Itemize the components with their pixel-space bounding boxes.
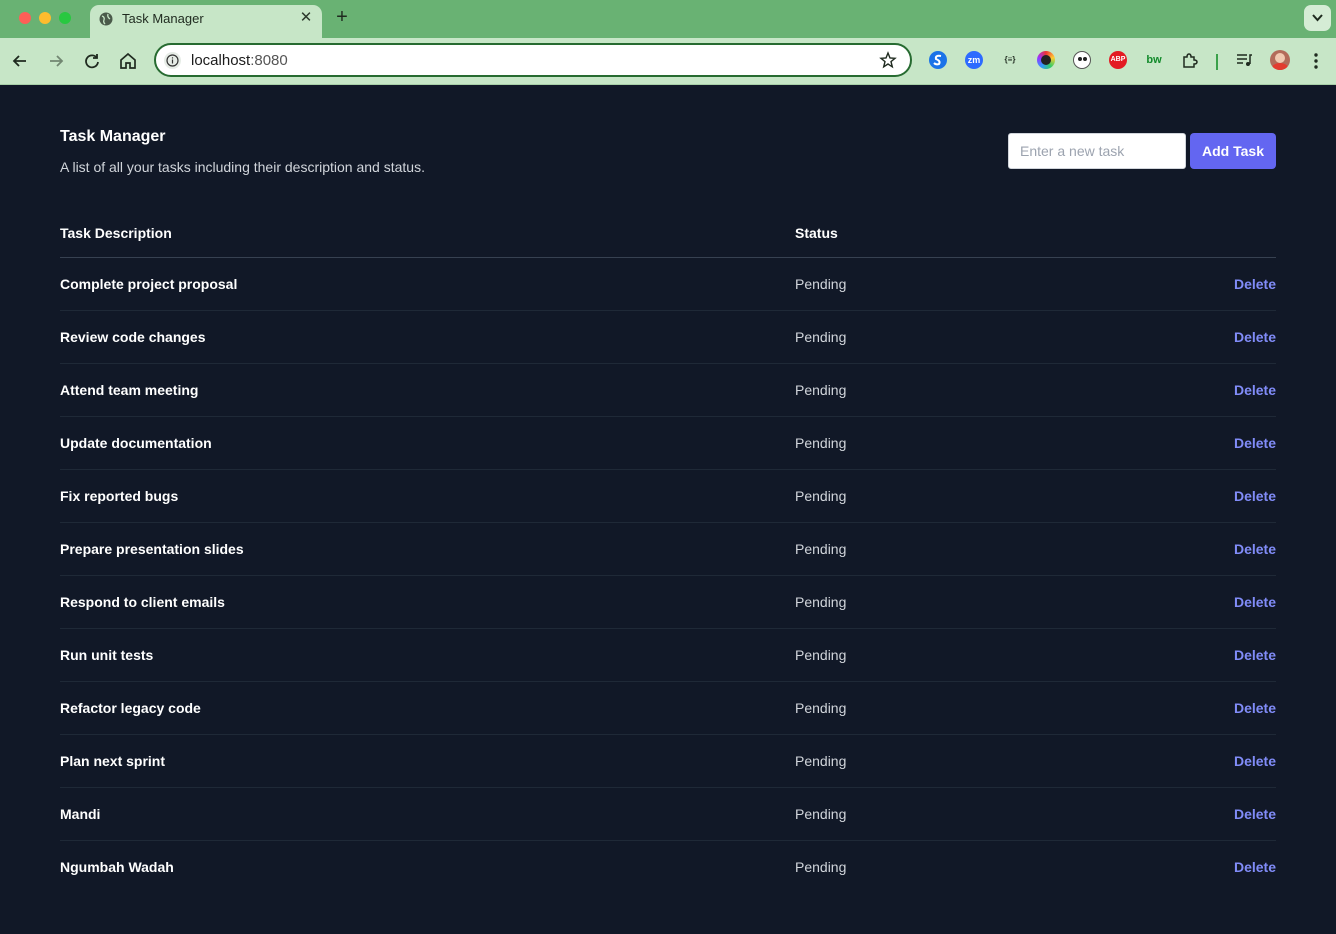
task-status: Pending: [795, 276, 847, 292]
task-status: Pending: [795, 541, 847, 557]
task-description: Attend team meeting: [60, 382, 199, 398]
delete-task-link[interactable]: Delete: [1234, 329, 1276, 345]
new-tab-button[interactable]: +: [332, 7, 352, 27]
home-icon[interactable]: [117, 50, 139, 72]
table-row: Ngumbah Wadah Pending Delete: [60, 841, 1276, 894]
json-extension-icon[interactable]: {≡}: [1001, 51, 1019, 69]
delete-task-link[interactable]: Delete: [1234, 435, 1276, 451]
back-arrow-icon[interactable]: [9, 50, 31, 72]
table-row: Fix reported bugs Pending Delete: [60, 470, 1276, 523]
delete-task-link[interactable]: Delete: [1234, 382, 1276, 398]
task-description: Run unit tests: [60, 647, 154, 663]
table-row: Review code changes Pending Delete: [60, 311, 1276, 364]
task-status: Pending: [795, 329, 847, 345]
task-description: Ngumbah Wadah: [60, 859, 174, 875]
more-options-icon[interactable]: [1308, 51, 1324, 71]
bitwarden-icon[interactable]: bw: [1145, 51, 1163, 69]
column-header-description: Task Description: [60, 225, 172, 241]
delete-task-link[interactable]: Delete: [1234, 276, 1276, 292]
tab-title: Task Manager: [122, 11, 204, 26]
puzzle-extensions-icon[interactable]: [1181, 51, 1199, 69]
tab-close-icon[interactable]: ✕: [297, 9, 315, 27]
task-table: Task Description Status Complete project…: [60, 210, 1276, 894]
table-body: Complete project proposal Pending Delete Re…: [60, 258, 1276, 894]
task-status: Pending: [795, 382, 847, 398]
table-row: Refactor legacy code Pending Delete: [60, 682, 1276, 735]
task-description: Prepare presentation slides: [60, 541, 244, 557]
task-status: Pending: [795, 753, 847, 769]
new-task-input[interactable]: [1008, 133, 1186, 169]
table-row: Prepare presentation slides Pending Delete: [60, 523, 1276, 576]
site-info-icon[interactable]: [164, 52, 181, 69]
table-row: Run unit tests Pending Delete: [60, 629, 1276, 682]
chevron-down-icon: [1312, 14, 1323, 22]
profile-avatar[interactable]: [1270, 50, 1290, 70]
mascot-extension-icon[interactable]: [1073, 51, 1091, 69]
task-status: Pending: [795, 647, 847, 663]
address-bar[interactable]: localhost:8080: [154, 43, 912, 77]
tab-search-button[interactable]: [1304, 5, 1331, 31]
column-header-status: Status: [795, 225, 838, 241]
window-close-button[interactable]: [19, 12, 31, 24]
globe-icon: [99, 12, 113, 26]
task-description: Mandi: [60, 806, 101, 822]
media-controls-icon[interactable]: [1235, 51, 1253, 69]
delete-task-link[interactable]: Delete: [1234, 753, 1276, 769]
task-description: Fix reported bugs: [60, 488, 179, 504]
task-status: Pending: [795, 806, 847, 822]
task-status: Pending: [795, 700, 847, 716]
task-status: Pending: [795, 859, 847, 875]
table-row: Complete project proposal Pending Delete: [60, 258, 1276, 311]
table-row: Respond to client emails Pending Delete: [60, 576, 1276, 629]
url-host: localhost: [191, 52, 251, 69]
task-status: Pending: [795, 488, 847, 504]
extension-s-icon[interactable]: [929, 51, 947, 69]
forward-arrow-icon[interactable]: [45, 50, 67, 72]
window-minimize-button[interactable]: [39, 12, 51, 24]
window-zoom-button[interactable]: [59, 12, 71, 24]
url-text[interactable]: localhost:8080: [191, 52, 288, 69]
table-row: Plan next sprint Pending Delete: [60, 735, 1276, 788]
task-description: Review code changes: [60, 329, 206, 345]
delete-task-link[interactable]: Delete: [1234, 859, 1276, 875]
delete-task-link[interactable]: Delete: [1234, 806, 1276, 822]
task-description: Complete project proposal: [60, 276, 238, 292]
page-title: Task Manager: [60, 128, 166, 145]
browser-toolbar: localhost:8080 zm {≡} ABP bw: [0, 38, 1336, 85]
reload-icon[interactable]: [81, 50, 103, 72]
page-subtitle: A list of all your tasks including their…: [60, 159, 425, 175]
task-description: Refactor legacy code: [60, 700, 201, 716]
delete-task-link[interactable]: Delete: [1234, 700, 1276, 716]
task-description: Respond to client emails: [60, 594, 225, 610]
table-header: Task Description Status: [60, 210, 1276, 258]
url-port: :8080: [250, 52, 288, 69]
adblock-plus-icon[interactable]: ABP: [1109, 51, 1127, 69]
zoom-extension-icon[interactable]: zm: [965, 51, 983, 69]
task-description: Plan next sprint: [60, 753, 166, 769]
add-task-button[interactable]: Add Task: [1190, 133, 1276, 169]
table-row: Update documentation Pending Delete: [60, 417, 1276, 470]
delete-task-link[interactable]: Delete: [1234, 541, 1276, 557]
color-picker-extension-icon[interactable]: [1037, 51, 1055, 69]
table-row: Mandi Pending Delete: [60, 788, 1276, 841]
delete-task-link[interactable]: Delete: [1234, 594, 1276, 610]
task-status: Pending: [795, 594, 847, 610]
task-status: Pending: [795, 435, 847, 451]
toolbar-divider: [1216, 54, 1218, 70]
table-row: Attend team meeting Pending Delete: [60, 364, 1276, 417]
task-description: Update documentation: [60, 435, 212, 451]
bookmark-star-icon[interactable]: [879, 51, 897, 69]
delete-task-link[interactable]: Delete: [1234, 488, 1276, 504]
delete-task-link[interactable]: Delete: [1234, 647, 1276, 663]
browser-tab-strip: Task Manager ✕ +: [0, 0, 1336, 38]
browser-tab-active[interactable]: Task Manager ✕: [90, 5, 322, 38]
page-content: Task Manager A list of all your tasks in…: [0, 85, 1336, 934]
